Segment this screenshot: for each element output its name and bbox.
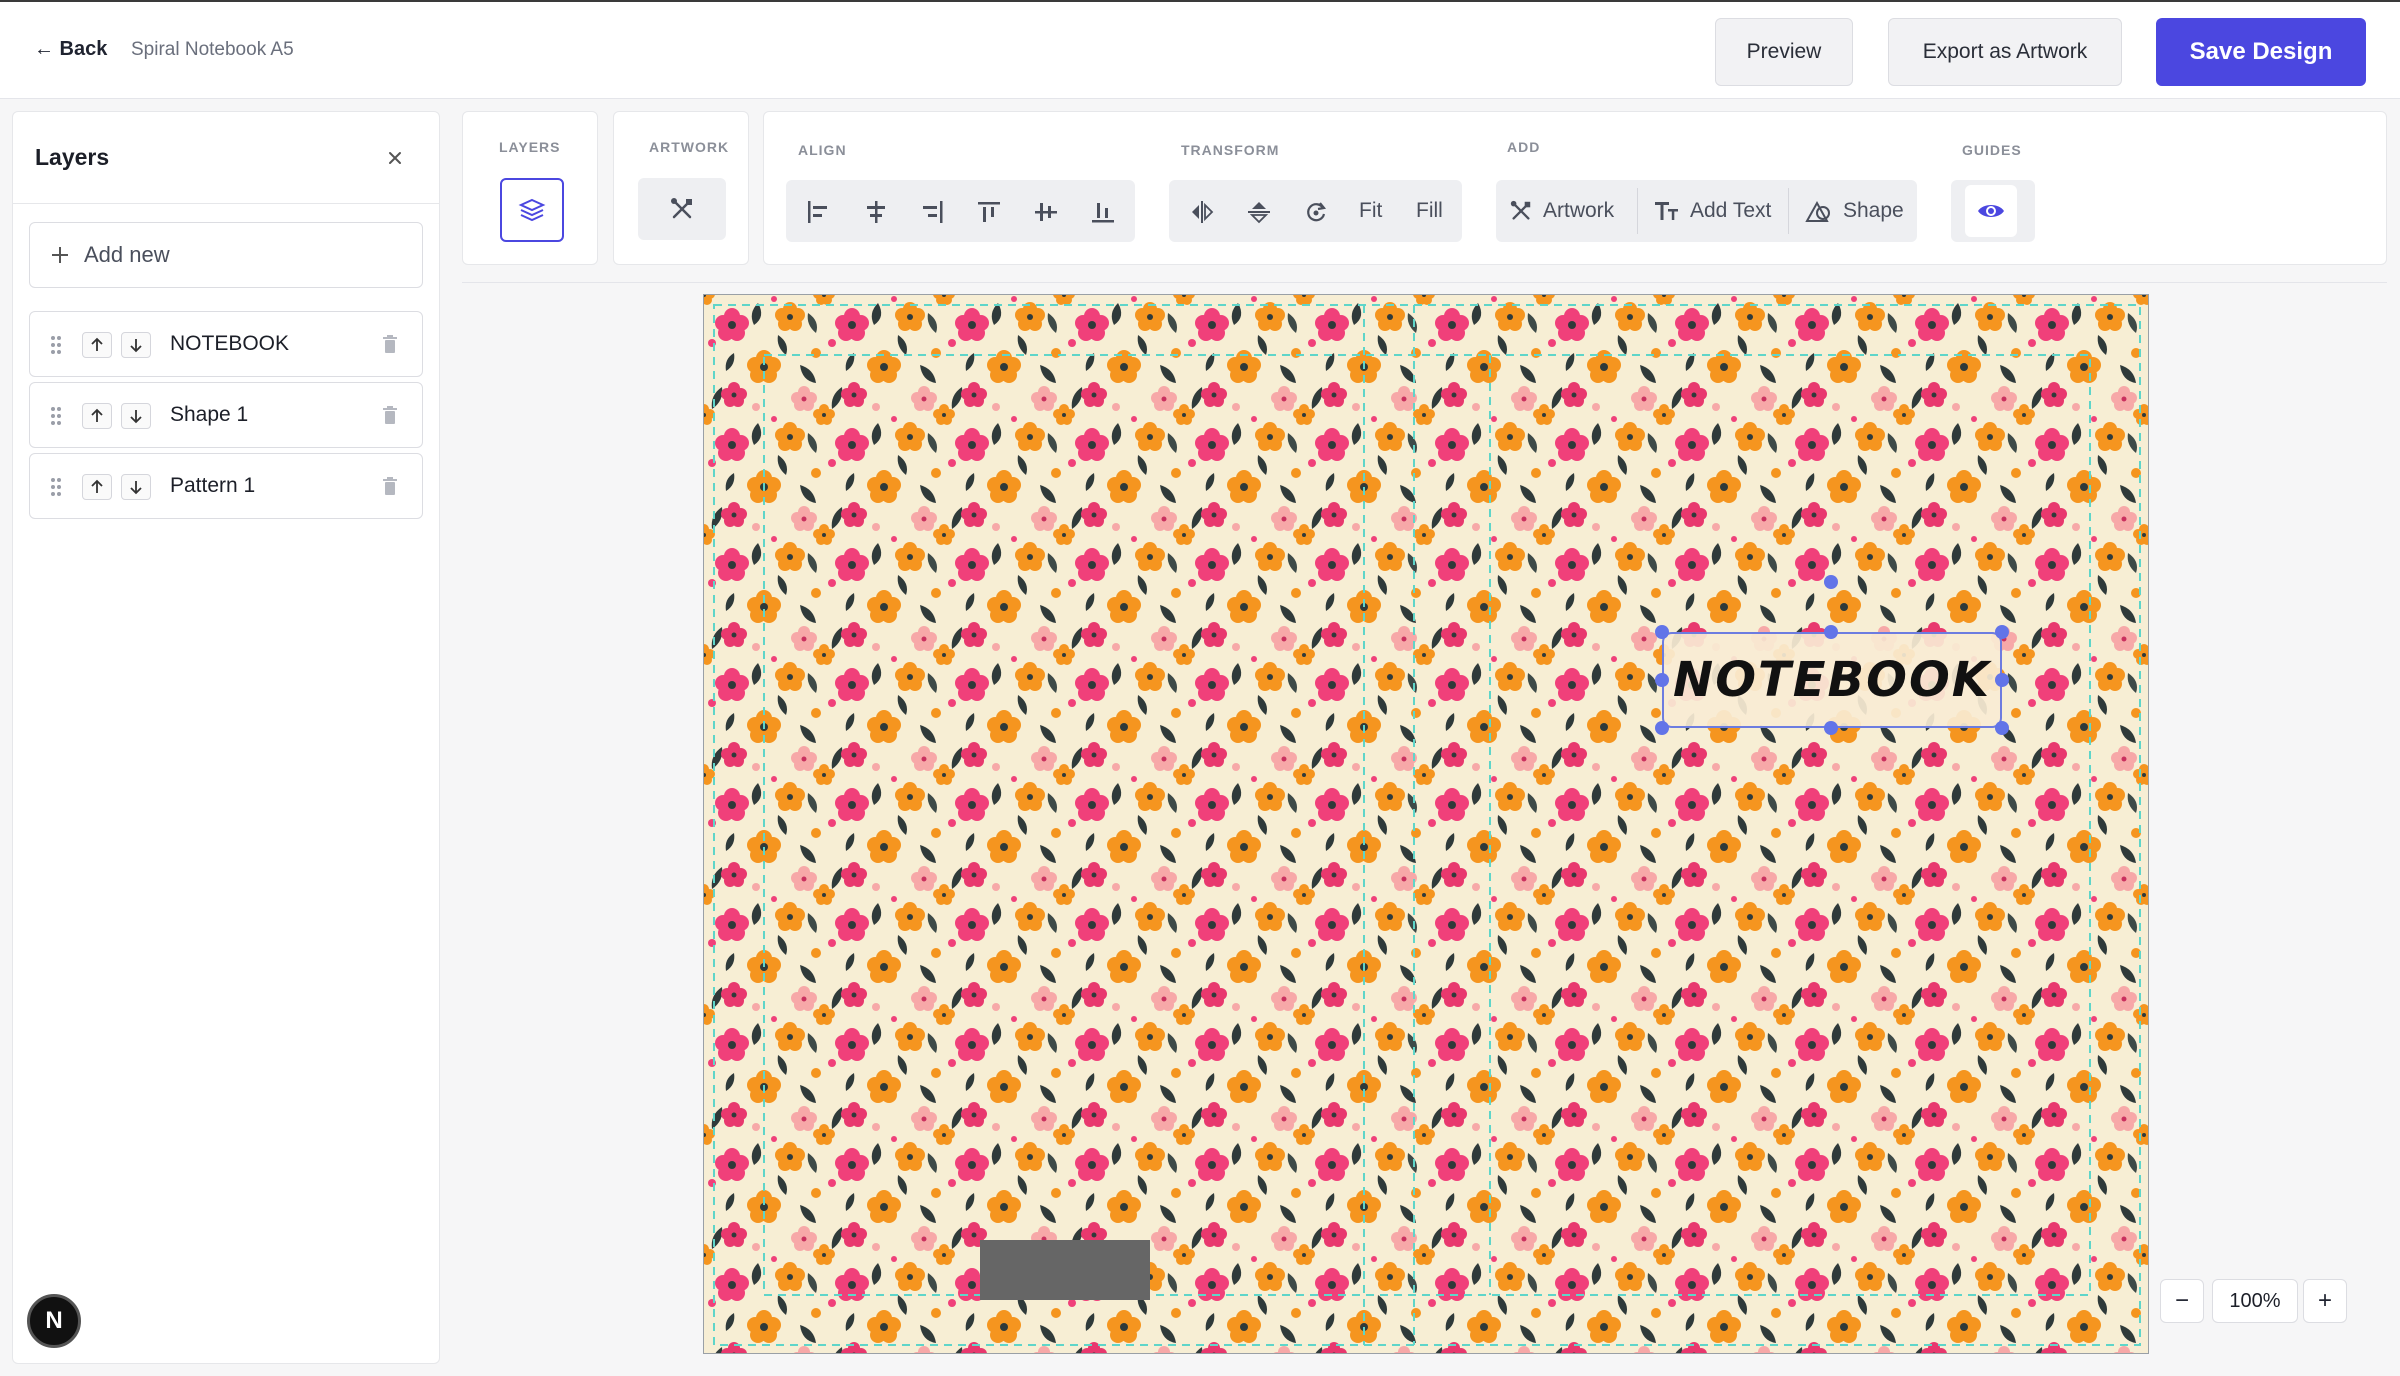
move-up-button[interactable] [82, 474, 112, 500]
resize-handle[interactable] [1995, 673, 2009, 687]
align-section-label: ALIGN [798, 142, 847, 158]
layers-icon [518, 196, 546, 224]
layers-section-label: LAYERS [499, 139, 561, 155]
add-artwork-label: Artwork [1543, 199, 1615, 222]
eye-icon [1977, 201, 2005, 221]
plus-icon [50, 245, 70, 265]
zoom-out-button[interactable]: − [2160, 1279, 2204, 1323]
toolbar-separator [462, 282, 2387, 283]
artwork-button[interactable] [638, 178, 726, 240]
layer-row-notebook[interactable]: NOTEBOOK [29, 311, 423, 377]
resize-handle[interactable] [1824, 721, 1838, 735]
flip-vertical-icon[interactable] [1241, 194, 1277, 230]
align-bottom-icon[interactable] [1085, 194, 1121, 230]
divider [1637, 188, 1638, 234]
align-button-group [786, 180, 1135, 242]
layer-row-shape-1[interactable]: Shape 1 [29, 382, 423, 448]
resize-handle[interactable] [1995, 721, 2009, 735]
zoom-in-button[interactable]: + [2303, 1279, 2347, 1323]
move-up-button[interactable] [82, 332, 112, 358]
drag-handle-icon[interactable] [50, 477, 62, 497]
save-design-button[interactable]: Save Design [2156, 18, 2366, 86]
notebook-text: NOTEBOOK [1673, 652, 1991, 708]
fit-button[interactable]: Fit [1359, 180, 1382, 242]
move-up-button[interactable] [82, 403, 112, 429]
tools-icon [1509, 199, 1533, 223]
align-top-icon[interactable] [971, 194, 1007, 230]
artwork-tool-card: ARTWORK [613, 111, 749, 265]
layer-name: Pattern 1 [170, 474, 256, 497]
zoom-level: 100% [2212, 1279, 2298, 1323]
toggle-guides-button[interactable] [1965, 185, 2017, 237]
guides-section-label: GUIDES [1962, 142, 2022, 158]
trash-icon[interactable] [382, 405, 398, 425]
drag-handle-icon[interactable] [50, 335, 62, 355]
resize-handle[interactable] [1655, 625, 1669, 639]
align-middle-vertical-icon[interactable] [1028, 194, 1064, 230]
add-text-button[interactable]: Add Text [1654, 180, 1771, 242]
notebook-text-element[interactable]: NOTEBOOK [1662, 632, 2002, 728]
layer-row-pattern-1[interactable]: Pattern 1 [29, 453, 423, 519]
add-new-label: Add new [84, 242, 170, 267]
add-text-label: Add Text [1690, 199, 1772, 222]
add-new-layer-button[interactable]: Add new [29, 222, 423, 288]
layers-toggle-button[interactable] [500, 178, 564, 242]
trash-icon[interactable] [382, 334, 398, 354]
add-shape-button[interactable]: Shape [1805, 180, 1904, 242]
rotate-icon[interactable] [1298, 194, 1334, 230]
preview-button[interactable]: Preview [1715, 18, 1853, 86]
transform-section-label: TRANSFORM [1181, 142, 1280, 158]
align-center-horizontal-icon[interactable] [858, 194, 894, 230]
resize-handle[interactable] [1655, 721, 1669, 735]
layer-name: NOTEBOOK [170, 332, 290, 355]
align-left-icon[interactable] [800, 194, 836, 230]
design-canvas[interactable] [703, 294, 2149, 1354]
layers-tool-card: LAYERS [462, 111, 598, 265]
resize-handle[interactable] [1655, 673, 1669, 687]
add-section-label: ADD [1507, 139, 1541, 155]
move-down-button[interactable] [121, 332, 151, 358]
drag-handle-icon[interactable] [50, 406, 62, 426]
resize-handle[interactable] [1995, 625, 2009, 639]
tools-icon [669, 196, 695, 222]
flip-horizontal-icon[interactable] [1184, 194, 1220, 230]
layers-panel: Layers Add new NOTEBOOK Shape 1 Pattern … [12, 111, 440, 1364]
text-icon [1654, 199, 1680, 223]
add-artwork-button[interactable]: Artwork [1509, 180, 1614, 242]
fill-button[interactable]: Fill [1416, 180, 1443, 242]
add-shape-label: Shape [1843, 199, 1904, 222]
trash-icon[interactable] [382, 476, 398, 496]
user-avatar[interactable]: N [27, 1294, 81, 1348]
close-icon[interactable] [383, 146, 407, 170]
align-right-icon[interactable] [914, 194, 950, 230]
move-down-button[interactable] [121, 474, 151, 500]
floral-pattern [704, 295, 2148, 1353]
move-down-button[interactable] [121, 403, 151, 429]
divider [1788, 188, 1789, 234]
export-artwork-button[interactable]: Export as Artwork [1888, 18, 2122, 86]
resize-handle[interactable] [1824, 625, 1838, 639]
rotate-handle[interactable] [1824, 575, 1838, 589]
back-button[interactable]: ← Back [34, 38, 107, 61]
document-title: Spiral Notebook A5 [131, 39, 294, 60]
top-bar: ← Back Spiral Notebook A5 Preview Export… [0, 0, 2400, 99]
layers-panel-header: Layers [13, 112, 439, 204]
artwork-section-label: ARTWORK [649, 139, 730, 155]
shape-rectangle[interactable] [980, 1240, 1150, 1300]
layers-panel-title: Layers [35, 144, 110, 170]
shapes-icon [1805, 199, 1833, 223]
layer-name: Shape 1 [170, 403, 249, 426]
